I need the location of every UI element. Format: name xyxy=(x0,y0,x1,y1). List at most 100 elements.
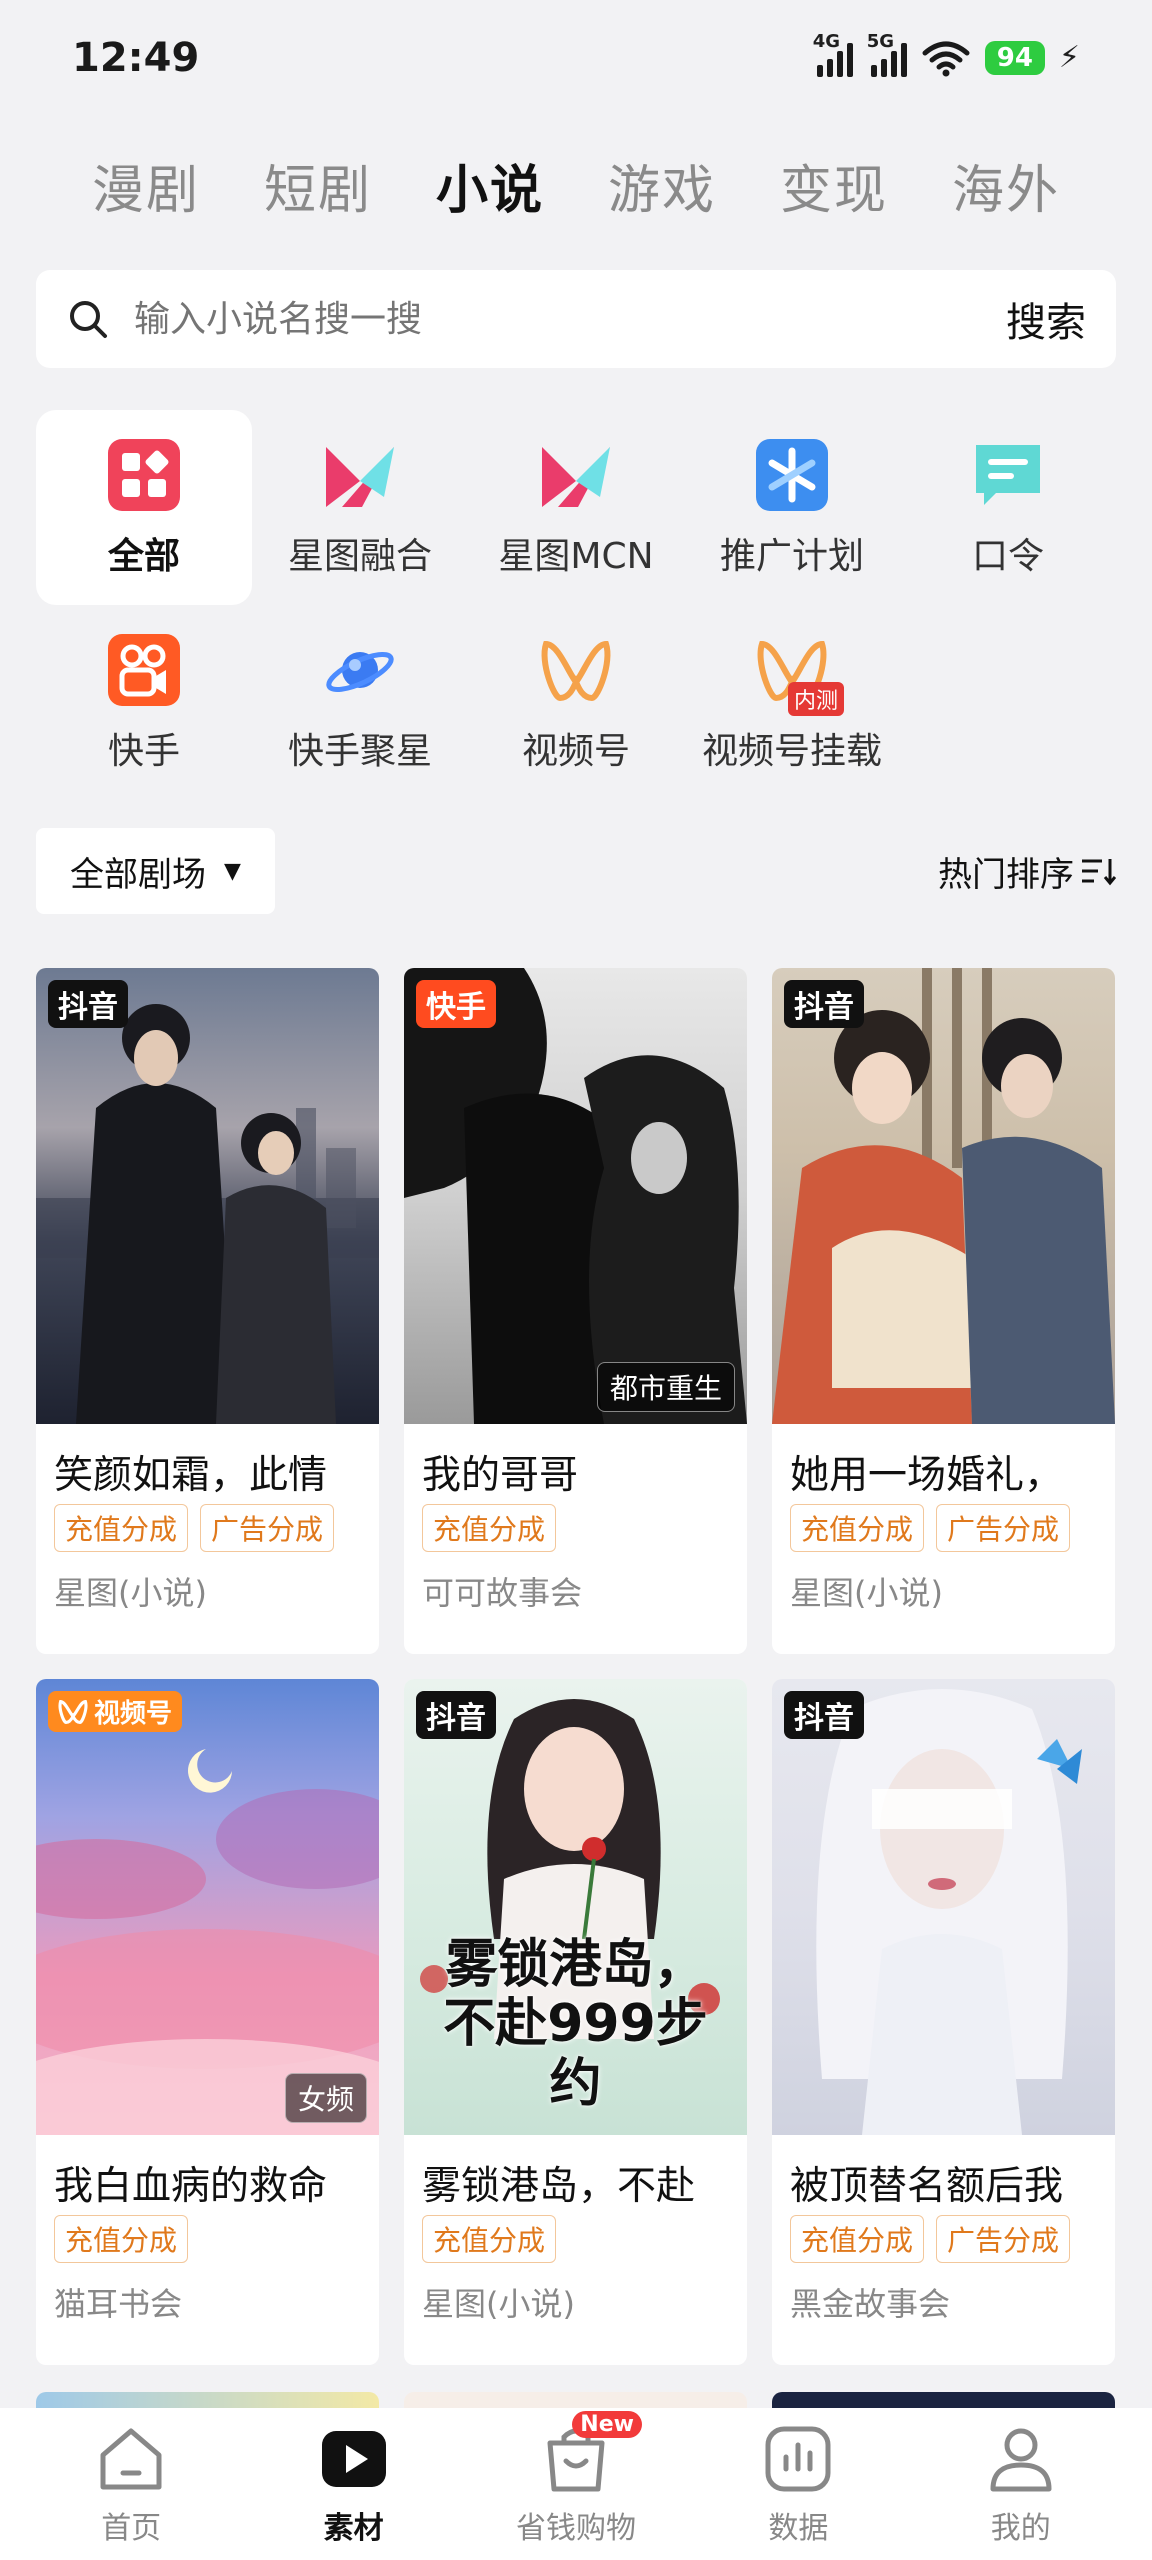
nav-label: 首页 xyxy=(101,2511,162,2546)
category-label: 视频号挂载 xyxy=(701,730,882,772)
top-tabs: 漫剧 短剧 小说 游戏 变现 海外 xyxy=(0,140,1152,230)
category-xingtu-mcn[interactable]: 星图MCN xyxy=(468,410,684,605)
tab-haiwai[interactable]: 海外 xyxy=(952,148,1060,223)
battery-indicator: 94 xyxy=(984,40,1045,75)
tab-xiaoshuo[interactable]: 小说 xyxy=(436,148,544,223)
kuaishou-icon xyxy=(108,633,180,706)
chip-list: 充值分成 xyxy=(36,2205,379,2263)
genre-tag: 都市重生 xyxy=(596,1362,735,1412)
category-kouling[interactable]: 口令 xyxy=(900,410,1116,605)
play-icon xyxy=(321,2431,386,2487)
chip-list: 充值分成 广告分成 xyxy=(772,1494,1115,1552)
card-title: 笑颜如霜，此情 xyxy=(54,1453,328,1494)
novel-card[interactable]: 快手 都市重生 我的哥哥 充值分成 可可故事会 xyxy=(404,968,747,1654)
nav-label: 我的 xyxy=(990,2511,1051,2546)
category-xingtu[interactable]: 星图融合 xyxy=(252,410,468,605)
category-grid: 全部 星图融合 星图MCN 推广计划 口令 快手 快手聚星 视频号 内测 视频号… xyxy=(36,410,1116,800)
category-channels-mount[interactable]: 内测 视频号挂载 xyxy=(684,605,900,800)
category-label: 星图融合 xyxy=(287,535,432,577)
chip: 充值分成 xyxy=(790,1504,925,1552)
category-kuaishou[interactable]: 快手 xyxy=(36,605,252,800)
cover-image: 抖音 xyxy=(772,968,1115,1424)
chip: 广告分成 xyxy=(936,2215,1071,2263)
cover-image: 抖音 xyxy=(36,968,379,1424)
planet-icon xyxy=(326,651,394,692)
nav-profile[interactable]: 我的 xyxy=(921,2421,1121,2547)
card-source: 猫耳书会 xyxy=(54,2285,183,2323)
cell-signal-icon: 4G xyxy=(813,31,853,77)
card-title: 她用一场婚礼， xyxy=(790,1453,1064,1494)
novel-card[interactable]: 抖音 她用一场婚礼， 充值分成 广告分成 星图(小说) xyxy=(772,968,1115,1654)
search-input[interactable] xyxy=(134,298,1006,340)
cover-image: 雾锁港岛，不赴999步约 抖音 xyxy=(404,1679,747,2135)
novel-card[interactable]: 抖音 被顶替名额后我 充值分成 广告分成 黑金故事会 xyxy=(772,1679,1115,2365)
search-bar: 搜索 xyxy=(36,270,1116,368)
search-button[interactable]: 搜索 xyxy=(1006,290,1086,348)
theater-dropdown[interactable]: 全部剧场 ▼ xyxy=(36,828,275,914)
category-all[interactable]: 全部 xyxy=(36,410,252,605)
nav-material[interactable]: 素材 xyxy=(254,2421,454,2547)
next-card-peek xyxy=(36,2392,379,2408)
tab-duanju[interactable]: 短剧 xyxy=(264,148,372,223)
charging-icon: ⚡ xyxy=(1058,40,1080,75)
chip: 充值分成 xyxy=(54,1504,189,1552)
cell-signal-icon-2: 5G xyxy=(867,31,907,77)
cover-illustration xyxy=(404,968,747,1424)
nav-shopping[interactable]: New 省钱购物 xyxy=(476,2411,676,2547)
cover-illustration xyxy=(816,1689,1082,2135)
cover-image: 快手 都市重生 xyxy=(404,968,747,1424)
sort-icon xyxy=(1082,859,1116,886)
cover-illustration xyxy=(36,1749,379,2135)
grid-icon xyxy=(108,438,180,511)
category-label: 星图MCN xyxy=(498,535,654,577)
wifi-icon xyxy=(922,41,970,76)
novel-card[interactable]: 雾锁港岛，不赴999步约 抖音 雾锁港岛，不赴 充值分成 星图(小说) xyxy=(404,1679,747,2365)
platform-tag: 视频号 xyxy=(48,1691,183,1732)
xingtu-mcn-icon xyxy=(542,446,610,507)
category-label: 快手 xyxy=(107,730,180,772)
card-title: 我的哥哥 xyxy=(422,1453,579,1494)
nav-data[interactable]: 数据 xyxy=(698,2421,898,2547)
chip-list: 充值分成 xyxy=(404,2205,747,2263)
home-icon xyxy=(100,2428,162,2490)
card-source: 可可故事会 xyxy=(422,1574,583,1612)
next-card-peek xyxy=(404,2392,747,2408)
category-promotion[interactable]: 推广计划 xyxy=(684,410,900,605)
category-channels[interactable]: 视频号 xyxy=(468,605,684,800)
search-icon xyxy=(70,301,107,338)
platform-tag: 快手 xyxy=(416,980,496,1028)
sort-label: 热门排序 xyxy=(938,854,1074,895)
platform-tag: 抖音 xyxy=(416,1691,496,1739)
caret-down-icon: ▼ xyxy=(224,858,241,884)
tab-youxi[interactable]: 游戏 xyxy=(608,148,716,223)
genre-tag: 女频 xyxy=(284,2073,367,2123)
status-time: 12:49 xyxy=(72,34,200,81)
novel-card[interactable]: 抖音 笑颜如霜，此情 充值分成 广告分成 星图(小说) xyxy=(36,968,379,1654)
card-title: 雾锁港岛，不赴 xyxy=(422,2164,696,2205)
novel-card[interactable]: 视频号 女频 我白血病的救命 充值分成 猫耳书会 xyxy=(36,1679,379,2365)
tab-manju[interactable]: 漫剧 xyxy=(92,148,200,223)
sort-button[interactable]: 热门排序 xyxy=(938,847,1116,896)
platform-tag: 抖音 xyxy=(784,1691,864,1739)
promotion-icon xyxy=(756,438,828,511)
nav-label: 素材 xyxy=(323,2511,384,2546)
shopping-bag-icon: New xyxy=(538,2411,642,2497)
network-label: 4G xyxy=(812,30,841,52)
chip: 充值分成 xyxy=(422,2215,557,2263)
network-label-2: 5G xyxy=(866,30,895,52)
channels-icon xyxy=(541,640,611,701)
card-source: 黑金故事会 xyxy=(790,2285,951,2323)
category-label: 快手聚星 xyxy=(287,730,432,772)
chip: 广告分成 xyxy=(200,1504,335,1552)
user-icon xyxy=(990,2428,1052,2492)
filter-row: 全部剧场 ▼ 热门排序 xyxy=(36,828,1116,914)
chip-list: 充值分成 广告分成 xyxy=(36,1494,379,1552)
nav-home[interactable]: 首页 xyxy=(31,2421,231,2547)
channels-mount-icon: 内测 xyxy=(754,632,844,716)
novel-grid: 抖音 笑颜如霜，此情 充值分成 广告分成 星图(小说) 快手 都市重生 我的哥哥… xyxy=(36,968,1116,2365)
nav-label: 数据 xyxy=(768,2511,829,2546)
chip: 充值分成 xyxy=(54,2215,189,2263)
chip: 充值分成 xyxy=(790,2215,925,2263)
category-kuaishou-juxing[interactable]: 快手聚星 xyxy=(252,605,468,800)
tab-bianxian[interactable]: 变现 xyxy=(780,148,888,223)
